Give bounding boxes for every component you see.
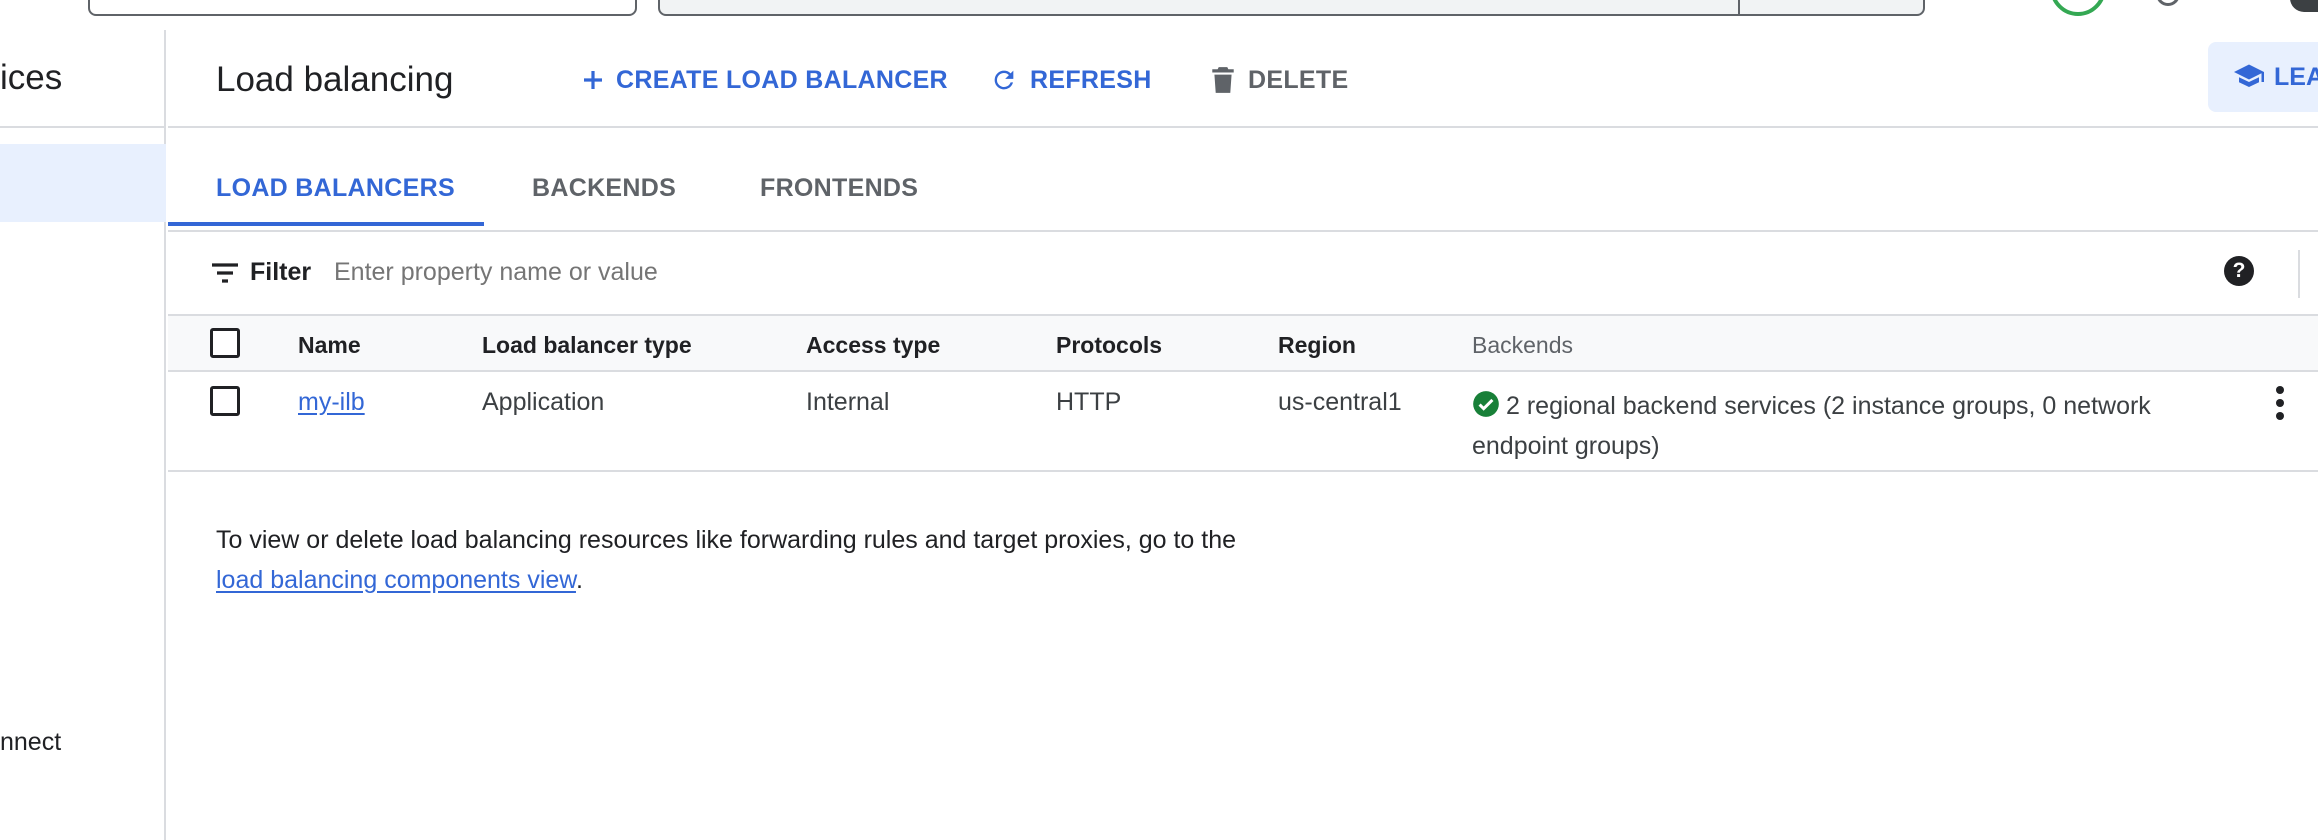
- cell-region: us-central1: [1278, 388, 1402, 416]
- project-selector[interactable]: [88, 0, 637, 16]
- active-tab-indicator: [168, 222, 484, 226]
- select-all-checkbox[interactable]: [210, 328, 240, 358]
- school-icon: [2234, 64, 2264, 87]
- column-header-region[interactable]: Region: [1278, 332, 1356, 359]
- tab-backends[interactable]: BACKENDS: [532, 174, 676, 203]
- check-circle-icon: [1473, 391, 1499, 417]
- create-load-balancer-label: CREATE LOAD BALANCER: [616, 65, 948, 94]
- cell-backends: 2 regional backend services (2 instance …: [1472, 386, 2212, 466]
- search-bar-divider: [1738, 0, 1740, 16]
- filter-icon[interactable]: [210, 262, 240, 284]
- sidebar-title: ices: [0, 58, 63, 97]
- column-header-type[interactable]: Load balancer type: [482, 332, 692, 359]
- plus-icon: [584, 71, 602, 89]
- more-vert-icon[interactable]: [2272, 386, 2288, 426]
- filter-bar: Filter ?: [168, 232, 2318, 314]
- filter-separator: [2298, 250, 2300, 298]
- info-text: To view or delete load balancing resourc…: [216, 520, 1276, 600]
- load-balancing-components-link[interactable]: load balancing components view: [216, 566, 576, 594]
- table-header: Name Load balancer type Access type Prot…: [168, 314, 2318, 372]
- account-avatar[interactable]: [2050, 0, 2106, 16]
- filter-input[interactable]: [334, 258, 1334, 287]
- trash-icon: [1212, 67, 1234, 93]
- refresh-icon: [994, 70, 1014, 90]
- tab-bar: LOAD BALANCERS BACKENDS FRONTENDS: [168, 128, 2318, 232]
- info-text-after: .: [575, 566, 583, 594]
- learn-label: LEA: [2274, 62, 2318, 91]
- column-header-backends: Backends: [1472, 332, 1574, 358]
- backends-text: 2 regional backend services (2 instance …: [1472, 392, 2151, 460]
- refresh-label: REFRESH: [1030, 65, 1152, 94]
- row-checkbox[interactable]: [210, 386, 240, 416]
- sidebar: ices nnect: [0, 30, 166, 840]
- cell-protocols: HTTP: [1056, 388, 1122, 416]
- top-bar: [0, 0, 2318, 30]
- column-header-protocols[interactable]: Protocols: [1056, 332, 1162, 359]
- tab-frontends[interactable]: FRONTENDS: [760, 174, 918, 203]
- help-icon-top[interactable]: [2156, 0, 2180, 6]
- sidebar-item-load-balancing[interactable]: [0, 144, 166, 222]
- column-header-access[interactable]: Access type: [806, 332, 940, 359]
- filter-label: Filter: [250, 258, 312, 286]
- info-text-before: To view or delete load balancing resourc…: [216, 526, 1237, 554]
- menu-icon-top[interactable]: [2290, 0, 2318, 12]
- page-title: Load balancing: [216, 60, 454, 99]
- load-balancer-name-link[interactable]: my-ilb: [298, 388, 365, 417]
- help-icon[interactable]: ?: [2224, 256, 2254, 286]
- column-header-name[interactable]: Name: [298, 332, 361, 359]
- cell-access: Internal: [806, 388, 890, 416]
- learn-button[interactable]: LEA: [2208, 42, 2318, 112]
- main-content: Load balancing CREATE LOAD BALANCER REFR…: [168, 30, 2318, 840]
- sidebar-item-connect[interactable]: nnect: [0, 728, 61, 757]
- delete-button[interactable]: DELETE: [1210, 60, 1348, 100]
- cell-type: Application: [482, 388, 605, 416]
- search-bar[interactable]: [658, 0, 1925, 16]
- tab-load-balancers[interactable]: LOAD BALANCERS: [216, 174, 455, 203]
- refresh-button[interactable]: REFRESH: [990, 60, 1152, 100]
- table-row: my-ilb Application Internal HTTP us-cent…: [168, 372, 2318, 472]
- sidebar-divider: [0, 126, 166, 128]
- delete-label: DELETE: [1248, 65, 1349, 94]
- create-load-balancer-button[interactable]: CREATE LOAD BALANCER: [582, 60, 948, 100]
